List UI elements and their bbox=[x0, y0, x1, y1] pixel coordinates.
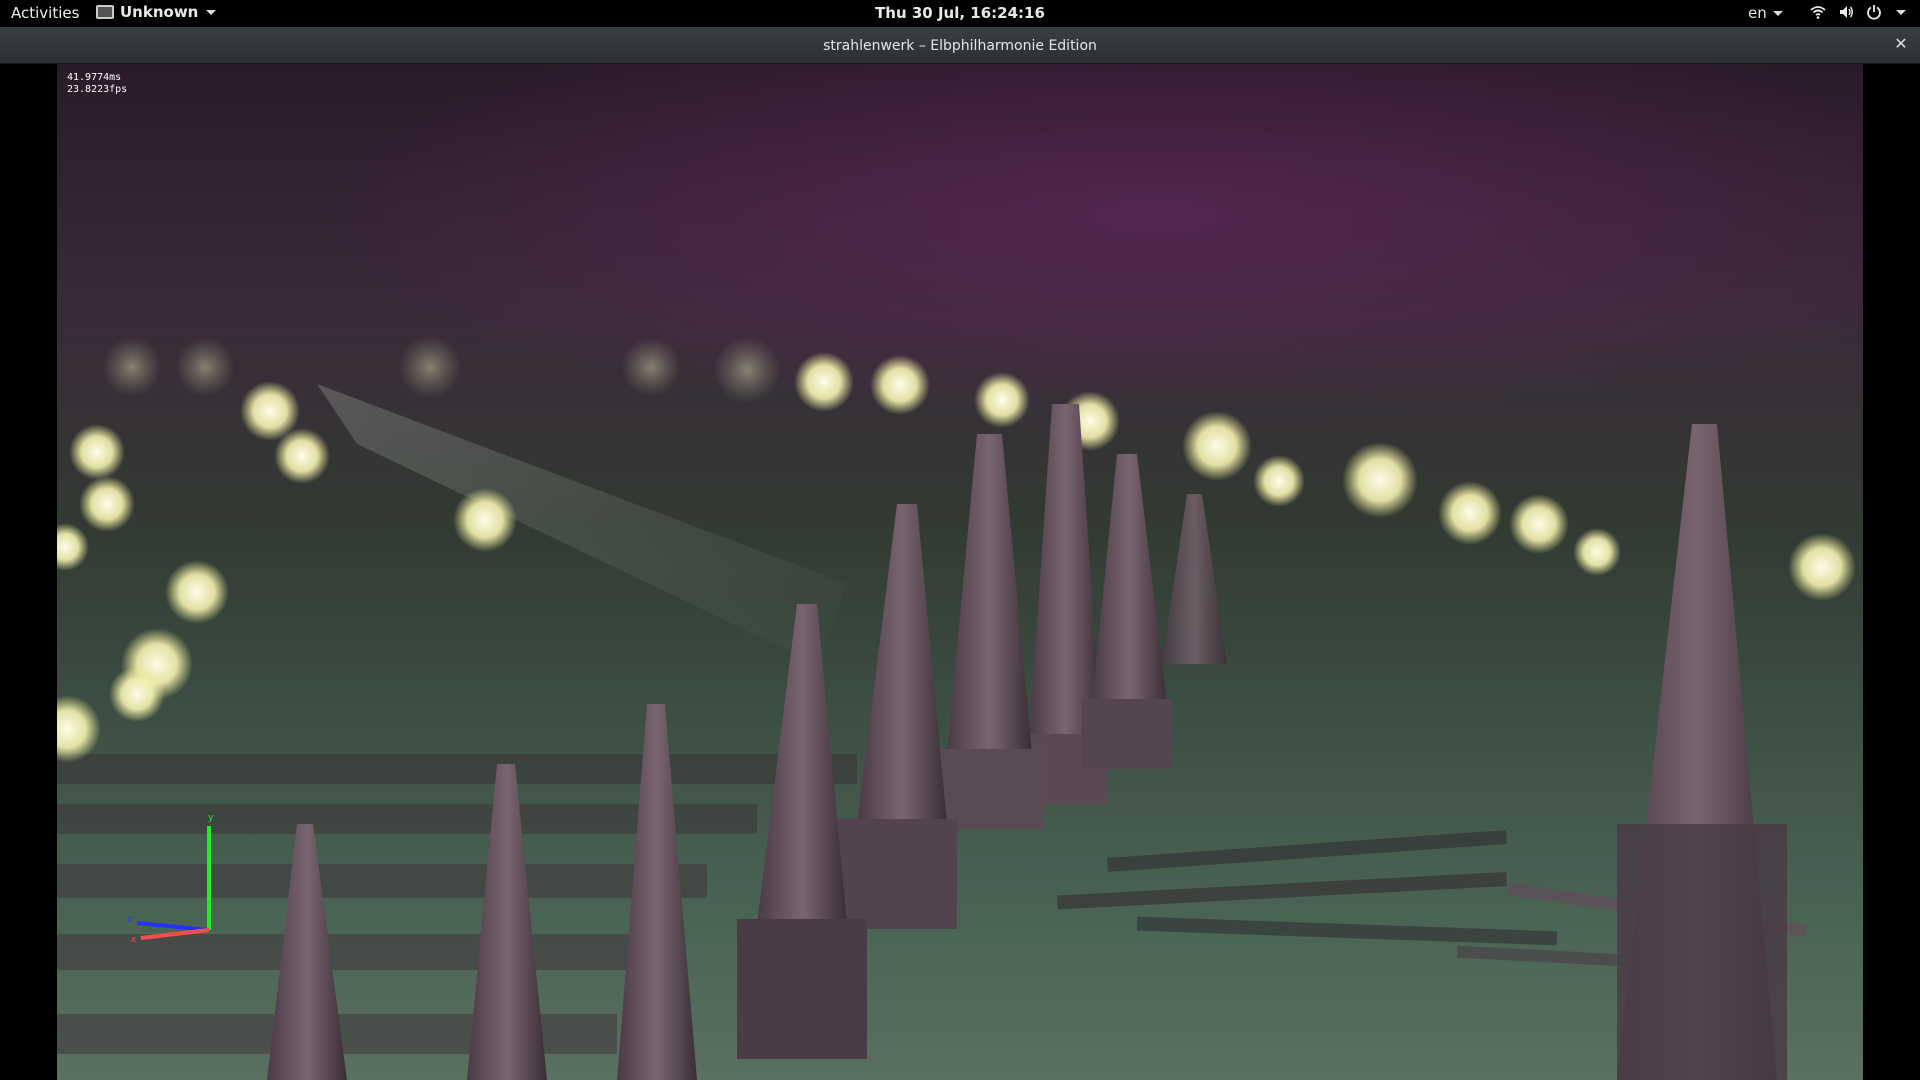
rendered-scene: y z x bbox=[57, 335, 1856, 1080]
clock-label[interactable]: Thu 30 Jul, 16:24:16 bbox=[875, 4, 1045, 22]
close-icon[interactable]: ✕ bbox=[1893, 36, 1909, 52]
clock: Thu 30 Jul, 16:24:16 bbox=[0, 4, 1920, 22]
activities-button[interactable]: Activities bbox=[11, 4, 79, 22]
frame-time-readout: 41.9774ms bbox=[67, 72, 122, 83]
wifi-icon bbox=[1810, 6, 1826, 19]
chevron-down-icon bbox=[1896, 9, 1906, 15]
chevron-down-icon bbox=[1772, 10, 1783, 16]
app-menu[interactable]: Unknown bbox=[96, 3, 217, 21]
system-status-menu[interactable] bbox=[1810, 4, 1906, 20]
chevron-down-icon bbox=[206, 9, 217, 15]
window-icon bbox=[96, 5, 114, 19]
axis-x-label: x bbox=[131, 935, 137, 945]
axis-z-line bbox=[136, 921, 210, 932]
volume-icon bbox=[1840, 6, 1853, 18]
window-titlebar[interactable]: strahlenwerk – Elbphilharmonie Edition ✕ bbox=[0, 27, 1920, 64]
window-title-label: strahlenwerk – Elbphilharmonie Edition bbox=[823, 38, 1097, 54]
axis-y-label: y bbox=[208, 813, 214, 823]
top-bar: Activities Unknown Thu 30 Jul, 16:24:16 … bbox=[0, 0, 1920, 27]
language-menu[interactable]: en bbox=[1748, 4, 1783, 22]
power-icon bbox=[1867, 5, 1881, 20]
fps-readout: 23.8223fps bbox=[67, 84, 128, 95]
render-viewport[interactable]: y z x 41.9774ms 23.8223fps bbox=[57, 64, 1863, 1080]
axis-z-label: z bbox=[127, 915, 132, 925]
canvas-area: y z x 41.9774ms 23.8223fps bbox=[0, 64, 1920, 1080]
app-menu-label: Unknown bbox=[120, 3, 199, 21]
light-beam bbox=[317, 384, 847, 664]
perf-stats: 41.9774ms 23.8223fps bbox=[67, 72, 127, 96]
language-label: en bbox=[1748, 4, 1767, 22]
window-title: strahlenwerk – Elbphilharmonie Edition bbox=[0, 38, 1920, 54]
